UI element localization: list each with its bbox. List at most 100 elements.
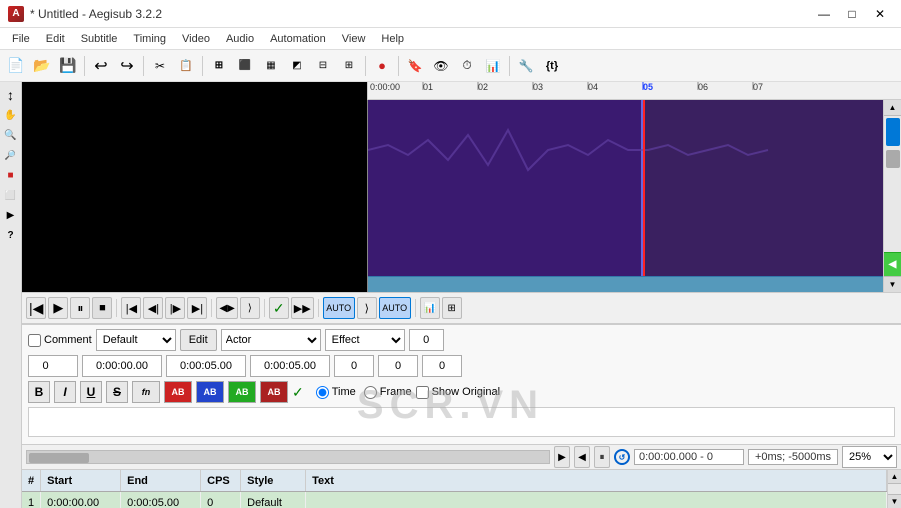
go-to-start-btn[interactable]: |◀ — [26, 297, 46, 319]
undo-button[interactable]: ↩ — [89, 54, 113, 78]
italic-button[interactable]: I — [54, 381, 76, 403]
stop-btn[interactable]: ■ — [92, 297, 112, 319]
tb-btn-5[interactable]: ⊞ — [207, 54, 231, 78]
margin-l-input[interactable]: 0 — [334, 355, 374, 377]
tb-btn-16[interactable]: 🔧 — [514, 54, 538, 78]
new-button[interactable]: 📄 — [4, 54, 28, 78]
tb-btn-8[interactable]: ◩ — [285, 54, 309, 78]
scroll-thumb-gray[interactable] — [886, 150, 900, 168]
cut-button[interactable]: ✂ — [148, 54, 172, 78]
green-action-btn[interactable]: ◀ — [884, 252, 901, 276]
play-from-here-btn[interactable]: ▶ — [554, 446, 570, 468]
bold-button[interactable]: B — [28, 381, 50, 403]
comment-checkbox[interactable] — [28, 334, 41, 347]
end-time-input[interactable]: 0:00:05.00 — [166, 355, 246, 377]
step-back-btn[interactable]: ◀| — [143, 297, 163, 319]
tool-select[interactable]: ⬜ — [2, 186, 20, 204]
menu-view[interactable]: View — [334, 31, 374, 47]
menu-video[interactable]: Video — [174, 31, 218, 47]
tool-help[interactable]: ? — [2, 226, 20, 244]
start-time-input[interactable]: 0:00:00.00 — [82, 355, 162, 377]
scroll-thumb-blue[interactable] — [886, 118, 900, 146]
step-back-small-btn[interactable]: ◀ — [574, 446, 590, 468]
redo-button[interactable]: ↪ — [115, 54, 139, 78]
subtitle-text-editor[interactable] — [28, 407, 895, 437]
timeline-hscroll[interactable] — [26, 450, 550, 464]
tool-hand[interactable]: ✋ — [2, 106, 20, 124]
tb-btn-9[interactable]: ⊟ — [311, 54, 335, 78]
tb-btn-10[interactable]: ⊞ — [337, 54, 361, 78]
step-fwd-btn[interactable]: |▶ — [165, 297, 185, 319]
fn-button[interactable]: fn — [132, 381, 160, 403]
commit-btn[interactable]: ✓ — [269, 297, 289, 319]
auto-btn2[interactable]: AUTO — [379, 297, 411, 319]
play-btn[interactable]: ▶ — [48, 297, 68, 319]
minimize-button[interactable]: — — [811, 4, 837, 24]
tb-btn-13[interactable]: 👁 — [429, 54, 453, 78]
comment-label[interactable]: Comment — [28, 334, 92, 347]
tool-scroll[interactable]: ↕ — [2, 86, 20, 104]
show-original-checkbox[interactable] — [416, 386, 429, 399]
show-original-label[interactable]: Show Original — [416, 386, 500, 399]
waveform-display[interactable] — [367, 100, 883, 292]
actor-select[interactable]: Actor — [221, 329, 321, 351]
tb-btn-7[interactable]: ▦ — [259, 54, 283, 78]
tool-pencil[interactable]: ■ — [2, 166, 20, 184]
auto-commit-btn[interactable]: AUTO — [323, 297, 355, 319]
tool-play[interactable]: ▶ — [2, 206, 20, 224]
close-button[interactable]: ✕ — [867, 4, 893, 24]
margin-v-input[interactable]: 0 — [422, 355, 462, 377]
menu-subtitle[interactable]: Subtitle — [73, 31, 126, 47]
menu-edit[interactable]: Edit — [38, 31, 73, 47]
copy-button[interactable]: 📋 — [174, 54, 198, 78]
tb-btn-11[interactable]: ● — [370, 54, 394, 78]
tb-btn-6[interactable]: ⬛ — [233, 54, 257, 78]
menu-file[interactable]: File — [4, 31, 38, 47]
prev-keyframe-btn[interactable]: |◀ — [121, 297, 141, 319]
snap-btn[interactable]: ⟩ — [357, 297, 377, 319]
list-scroll-up[interactable]: ▲ — [888, 470, 901, 484]
menu-timing[interactable]: Timing — [125, 31, 174, 47]
spectrum-btn[interactable]: 📊 — [420, 297, 440, 319]
effect-select[interactable]: Effect — [325, 329, 405, 351]
menu-automation[interactable]: Automation — [262, 31, 334, 47]
layer-input[interactable] — [28, 355, 78, 377]
open-button[interactable]: 📂 — [30, 54, 54, 78]
menu-help[interactable]: Help — [373, 31, 412, 47]
pause2-btn[interactable]: ⏸ — [594, 446, 610, 468]
color3-button[interactable]: AB — [228, 381, 256, 403]
time-radio[interactable] — [316, 386, 329, 399]
scroll-down-btn[interactable]: ▼ — [884, 276, 901, 292]
effect-number-input[interactable]: 0 — [409, 329, 444, 351]
tb-btn-14[interactable]: ⏱ — [455, 54, 479, 78]
list-scroll-down[interactable]: ▼ — [888, 494, 901, 508]
pause-btn[interactable]: ⏸ — [70, 297, 90, 319]
tb-btn-12[interactable]: 🔖 — [403, 54, 427, 78]
tb-btn-15[interactable]: 📊 — [481, 54, 505, 78]
strikethrough-button[interactable]: S — [106, 381, 128, 403]
duration-input[interactable]: 0:00:05.00 — [250, 355, 330, 377]
maximize-button[interactable]: □ — [839, 4, 865, 24]
zoom-select[interactable]: 25% 50% 100% 150% 200% — [842, 446, 897, 468]
menu-audio[interactable]: Audio — [218, 31, 262, 47]
edit-style-button[interactable]: Edit — [180, 329, 217, 351]
frame-radio-label[interactable]: Frame — [364, 386, 412, 399]
color4-button[interactable]: AB — [260, 381, 288, 403]
scroll-up-btn[interactable]: ▲ — [884, 100, 901, 116]
next-sub-btn[interactable]: ▶▶ — [291, 297, 314, 319]
table-row[interactable]: 1 0:00:00.00 0:00:05.00 0 Default — [22, 492, 887, 508]
play-line-btn[interactable]: ◀▶ — [216, 297, 237, 319]
color1-button[interactable]: AB — [164, 381, 192, 403]
tool-zoom-in[interactable]: 🔍 — [2, 126, 20, 144]
underline-button[interactable]: U — [80, 381, 102, 403]
time-radio-label[interactable]: Time — [316, 386, 356, 399]
frame-radio[interactable] — [364, 386, 377, 399]
tool-zoom-out[interactable]: 🔎 — [2, 146, 20, 164]
play-to-end-btn[interactable]: ⟩ — [240, 297, 260, 319]
next-keyframe-btn[interactable]: ▶| — [187, 297, 207, 319]
green-check-btn[interactable]: ✓ — [292, 384, 304, 401]
color2-button[interactable]: AB — [196, 381, 224, 403]
save-button[interactable]: 💾 — [56, 54, 80, 78]
options-btn[interactable]: ⊞ — [442, 297, 462, 319]
margin-r-input[interactable]: 0 — [378, 355, 418, 377]
